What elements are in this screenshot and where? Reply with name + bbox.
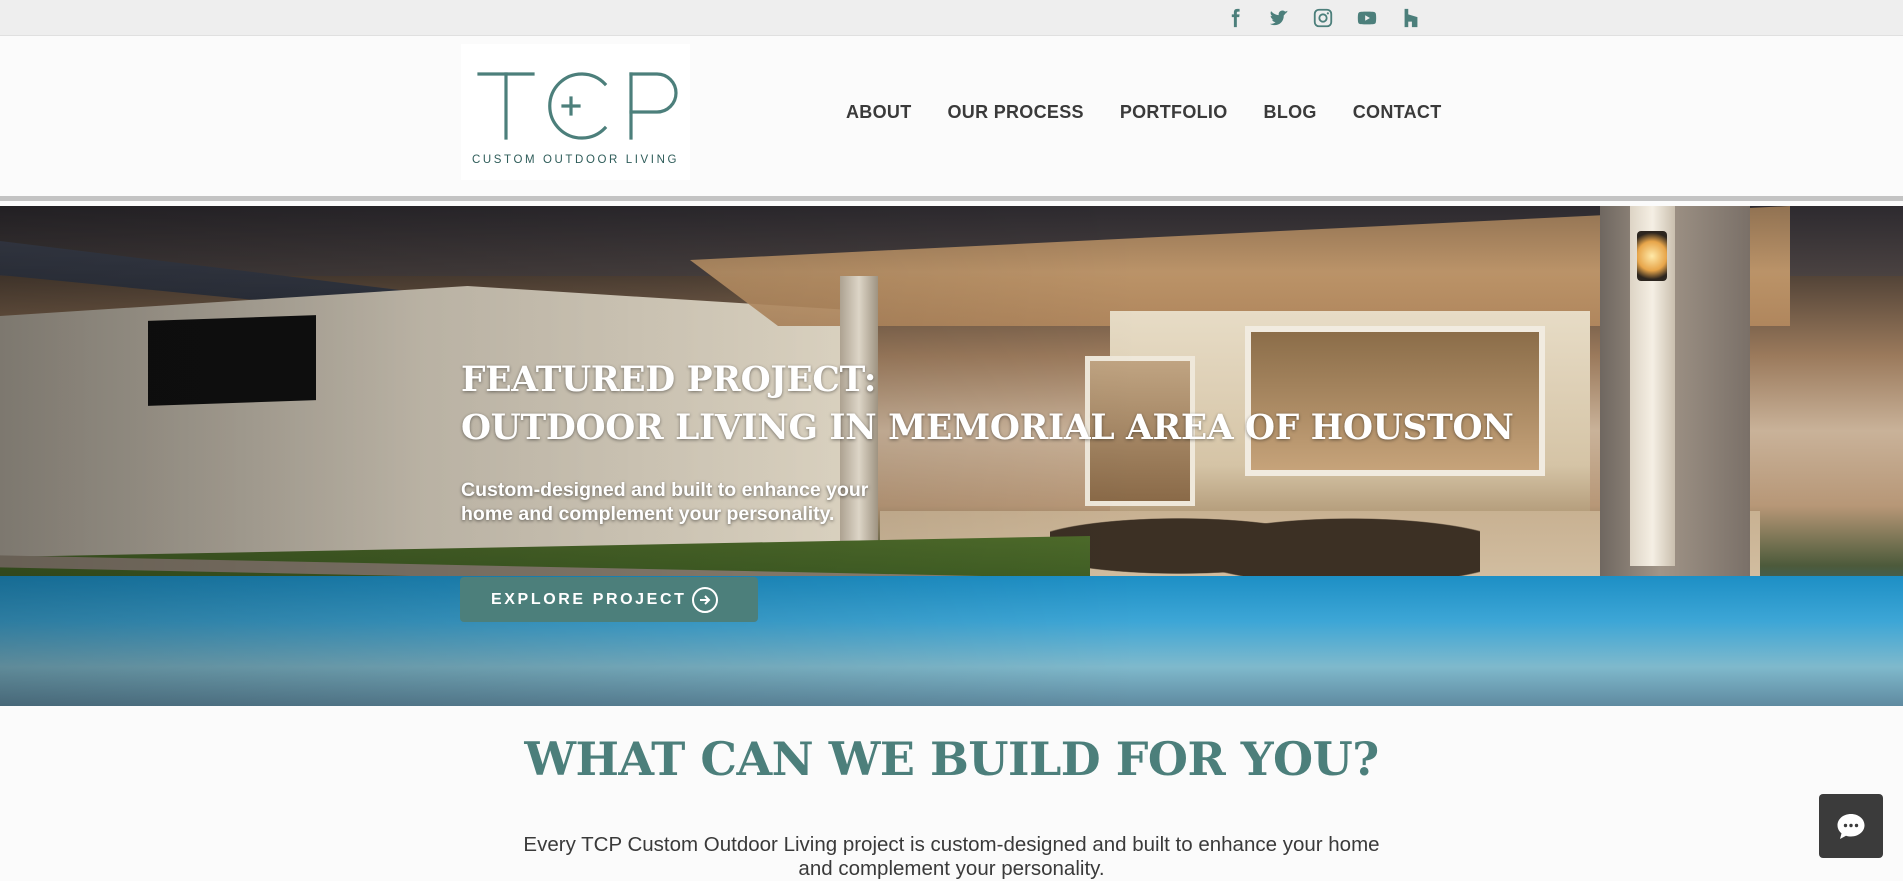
section-body: Every TCP Custom Outdoor Living project … — [523, 833, 1380, 880]
nav-item-portfolio[interactable]: PORTFOLIO — [1120, 102, 1228, 123]
youtube-icon[interactable] — [1352, 5, 1382, 31]
chat-button[interactable] — [1819, 794, 1883, 858]
logo-tagline: CUSTOM OUTDOOR LIVING — [471, 154, 680, 166]
explore-project-label: EXPLORE PROJECT — [491, 590, 687, 608]
houzz-icon[interactable] — [1396, 5, 1426, 31]
hero-overlay — [0, 206, 1903, 706]
section-title: WHAT CAN WE BUILD FOR YOU? — [524, 732, 1379, 786]
nav-item-contact[interactable]: CONTACT — [1353, 102, 1442, 123]
site-header: CUSTOM OUTDOOR LIVING ABOUT OUR PROCESS … — [0, 36, 1903, 201]
hero-banner: FEATURED PROJECT: OUTDOOR LIVING IN MEMO… — [0, 206, 1903, 706]
hero-title: FEATURED PROJECT: OUTDOOR LIVING IN MEMO… — [461, 356, 1514, 452]
instagram-icon[interactable] — [1308, 5, 1338, 31]
nav-item-blog[interactable]: BLOG — [1264, 102, 1317, 123]
nav-item-about[interactable]: ABOUT — [846, 102, 912, 123]
social-links — [1220, 5, 1426, 31]
tcp-logo-mark — [477, 72, 678, 140]
hero-subtitle: Custom-designed and built to enhance you… — [461, 479, 869, 525]
arrow-right-circle-icon — [692, 587, 718, 613]
social-bar — [0, 0, 1903, 36]
main-nav: ABOUT OUR PROCESS PORTFOLIO BLOG CONTACT — [846, 102, 1442, 123]
chat-bubble-icon — [1837, 814, 1865, 839]
hero-title-line-1: FEATURED PROJECT: — [461, 360, 877, 400]
nav-item-our-process[interactable]: OUR PROCESS — [948, 102, 1084, 123]
twitter-icon[interactable] — [1264, 5, 1294, 31]
facebook-icon[interactable] — [1220, 5, 1250, 31]
hero-title-line-2: OUTDOOR LIVING IN MEMORIAL AREA OF HOUST… — [461, 408, 1514, 448]
explore-project-button[interactable]: EXPLORE PROJECT — [460, 577, 758, 622]
site-logo[interactable]: CUSTOM OUTDOOR LIVING — [461, 44, 690, 180]
